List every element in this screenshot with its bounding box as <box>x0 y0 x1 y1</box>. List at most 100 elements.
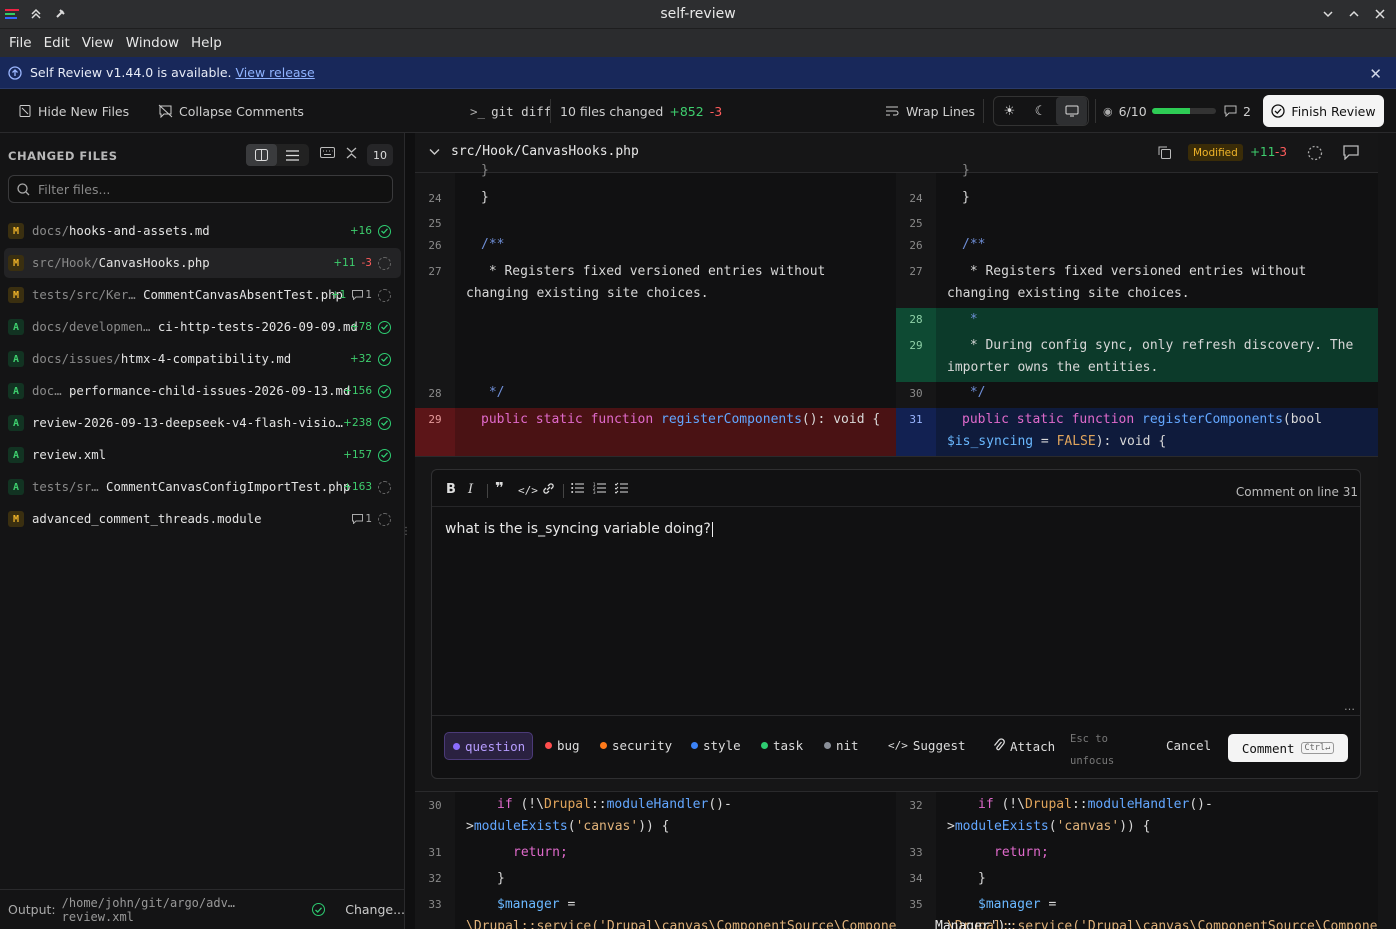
label-dot-icon <box>453 742 460 750</box>
comment-text-area[interactable]: B I ❞ </> 123 Comment on line 31 what is… <box>432 470 1360 716</box>
unreviewed-circle-icon[interactable] <box>378 256 391 270</box>
label-security[interactable]: security <box>600 738 672 753</box>
copy-path-icon[interactable] <box>1157 145 1172 164</box>
menu-edit[interactable]: Edit <box>38 35 76 51</box>
light-theme-icon[interactable]: ☀ <box>994 97 1025 125</box>
dark-theme-icon[interactable]: ☾ <box>1025 97 1056 125</box>
numbered-list-icon[interactable]: 123 <box>593 482 606 498</box>
reviewed-check-icon[interactable] <box>378 224 391 238</box>
quote-icon[interactable]: ❞ <box>495 479 504 497</box>
system-theme-icon[interactable] <box>1056 97 1087 125</box>
suggest-button[interactable]: </> Suggest <box>888 738 966 753</box>
reviewed-check-icon[interactable] <box>378 384 391 398</box>
collapse-file-icon[interactable] <box>429 145 440 160</box>
close-window-icon[interactable] <box>1372 6 1388 22</box>
label-task[interactable]: task <box>761 738 803 753</box>
finish-review-button[interactable]: Finish Review <box>1263 95 1384 127</box>
unreviewed-circle-icon[interactable] <box>378 480 391 494</box>
unified-view-icon[interactable] <box>277 144 308 166</box>
task-list-icon[interactable] <box>614 482 628 498</box>
label-style[interactable]: style <box>691 738 741 753</box>
code-icon[interactable]: </> <box>518 484 538 497</box>
cancel-button[interactable]: Cancel <box>1166 738 1211 753</box>
file-row[interactable]: Msrc/Hook/CanvasHooks.php +11 -3 <box>4 248 401 278</box>
code-line-right-32-wrap: >moduleExists('canvas')) { <box>947 819 1151 834</box>
output-footer: Output: /home/john/git/argo/adv…review.x… <box>0 889 405 929</box>
label-dot-icon <box>691 742 698 749</box>
code-line-right-35: $manager = <box>978 897 1057 912</box>
label-question[interactable]: question <box>444 732 533 760</box>
total-deletions: -3 <box>709 103 723 119</box>
menu-file[interactable]: File <box>3 35 38 51</box>
menu-bar: File Edit View Window Help <box>0 29 1396 57</box>
line-number: 33 <box>428 898 442 911</box>
hide-new-files-button[interactable]: Hide New Files <box>18 89 129 133</box>
add-file-comment-icon[interactable] <box>1343 145 1359 164</box>
banner-close-icon[interactable]: ✕ <box>1369 65 1382 83</box>
label-bug[interactable]: bug <box>545 738 580 753</box>
file-additions: +157 <box>343 449 372 461</box>
file-status-badge: Modified <box>1188 144 1243 161</box>
line-number: 34 <box>909 872 923 885</box>
file-row[interactable]: Madvanced_comment_threads.module 1 <box>4 504 401 534</box>
resize-handle-icon[interactable]: … <box>1344 700 1355 713</box>
keyboard-icon[interactable] <box>320 147 335 162</box>
file-deletions: -3 <box>1275 145 1287 159</box>
code-line-right-32: if (!\Drupal::moduleHandler()- <box>978 797 1213 812</box>
reviewed-check-icon[interactable] <box>378 416 391 430</box>
bullet-list-icon[interactable] <box>571 482 584 498</box>
file-row[interactable]: Adoc… performance-child-issues-2026-09-1… <box>4 376 401 406</box>
label-dot-icon <box>824 742 831 749</box>
unreviewed-circle-icon[interactable] <box>378 288 391 302</box>
menu-view[interactable]: View <box>76 35 120 51</box>
submit-comment-button[interactable]: Comment Ctrl↵ <box>1228 734 1348 762</box>
reviewed-check-icon[interactable] <box>378 352 391 366</box>
view-release-link[interactable]: View release <box>236 65 315 80</box>
line-number: 27 <box>428 265 442 278</box>
reviewed-check-icon[interactable] <box>378 448 391 462</box>
reviewed-check-icon[interactable] <box>378 320 391 334</box>
change-output-button[interactable]: Change... <box>345 902 405 917</box>
line-number: 24 <box>909 192 923 205</box>
line-number: 27 <box>909 265 923 278</box>
file-row[interactable]: Adocs/issues/htmx-4-compatibility.md +32 <box>4 344 401 374</box>
line-number: 35 <box>909 898 923 911</box>
finish-review-label: Finish Review <box>1291 103 1376 119</box>
git-diff-indicator: >_ git diff <box>470 89 551 133</box>
files-changed-count: 10 files changed <box>560 103 664 119</box>
split-view-icon[interactable] <box>246 144 277 166</box>
file-additions: +11 <box>333 257 356 269</box>
file-row[interactable]: Atests/sr… CommentCanvasConfigImportTest… <box>4 472 401 502</box>
bold-icon[interactable]: B <box>446 482 456 497</box>
file-row[interactable]: Mdocs/hooks-and-assets.md +16 <box>4 216 401 246</box>
line-number: 32 <box>428 872 442 885</box>
sidebar-resize-handle[interactable]: ⋮⋮ <box>401 526 421 540</box>
collapse-all-icon[interactable] <box>346 147 357 163</box>
vertical-scrollbar[interactable] <box>1378 133 1396 929</box>
mark-reviewed-icon[interactable] <box>1307 145 1323 165</box>
file-name: tests/src/Ker… CommentCanvasAbsentTest.p… <box>32 288 343 302</box>
code-line-left-24: } <box>481 190 489 205</box>
code-line-right-33: return; <box>994 845 1049 860</box>
label-nit[interactable]: nit <box>824 738 859 753</box>
filter-files-input[interactable]: Filter files... <box>8 175 393 203</box>
maximize-icon[interactable] <box>1346 6 1362 22</box>
file-row[interactable]: Areview-2026-09-13-deepseek-v4-flash-vis… <box>4 408 401 438</box>
italic-icon[interactable]: I <box>468 482 473 497</box>
file-status-badge: A <box>8 383 24 399</box>
menu-window[interactable]: Window <box>120 35 185 51</box>
code-line-right-29: * During config sync, only refresh disco… <box>962 338 1354 353</box>
file-comment-count: 1 <box>352 289 372 301</box>
minimize-icon[interactable] <box>1320 6 1336 22</box>
menu-help[interactable]: Help <box>185 35 228 51</box>
unreviewed-circle-icon[interactable] <box>378 512 391 526</box>
wrap-lines-button[interactable]: Wrap Lines <box>885 89 975 133</box>
collapse-comments-button[interactable]: Collapse Comments <box>158 89 304 133</box>
attach-button[interactable]: Attach <box>993 738 1055 755</box>
link-icon[interactable] <box>542 482 555 499</box>
code-overlay-text: Manager'); <box>935 919 1014 929</box>
file-additions: +78 <box>349 321 372 333</box>
file-row[interactable]: Areview.xml +157 <box>4 440 401 470</box>
file-row[interactable]: Mtests/src/Ker… CommentCanvasAbsentTest.… <box>4 280 401 310</box>
file-row[interactable]: Adocs/developmen… ci-http-tests-2026-09-… <box>4 312 401 342</box>
